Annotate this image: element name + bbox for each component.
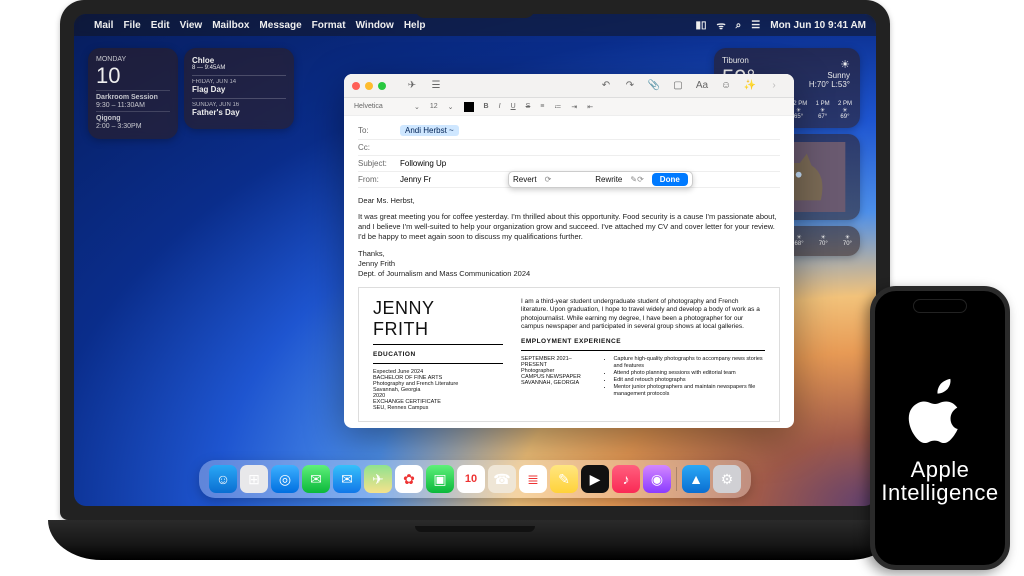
battery-icon[interactable]: ▮▯ <box>696 20 707 31</box>
to-label: To: <box>358 126 400 135</box>
revert-button[interactable]: Revert <box>513 175 537 184</box>
search-icon[interactable]: ⌕ <box>736 20 742 31</box>
mail-compose-window: ✈︎ ☰ ↶ ↷ 📎 ▢ Aa ☺ ✨ › Helvetica⌄ 12⌄ B <box>344 74 794 428</box>
bold-button[interactable]: B <box>484 103 489 110</box>
phone-text-line2: Intelligence <box>881 480 998 505</box>
dock-tv[interactable]: ▶ <box>581 465 609 493</box>
events-widget[interactable]: Chloe8 — 9:45AM FRIDAY, JUN 14Flag Day S… <box>184 48 294 129</box>
dock-launchpad[interactable]: ⊞ <box>240 465 268 493</box>
menu-window[interactable]: Window <box>356 20 394 31</box>
menu-help[interactable]: Help <box>404 20 426 31</box>
app-name[interactable]: Mail <box>94 20 113 31</box>
wifi-icon[interactable]: ᯤ <box>717 18 726 32</box>
dock-photos[interactable]: ✿ <box>395 465 423 493</box>
dock-contacts[interactable]: ☎ <box>488 465 516 493</box>
header-fields-icon[interactable]: ☰ <box>427 79 445 93</box>
resume-employment: SEPTEMBER 2021–PRESENTPhotographerCAMPUS… <box>521 356 589 399</box>
weather-hilo: H:70° L:53° <box>809 80 850 89</box>
menu-file[interactable]: File <box>123 20 140 31</box>
resume-employment-heading: EMPLOYMENT EXPERIENCE <box>521 338 765 345</box>
resume-intro: I am a third-year student undergraduate … <box>521 298 765 332</box>
underline-button[interactable]: U <box>511 103 516 110</box>
dock-mail[interactable]: ✉ <box>333 465 361 493</box>
menu-view[interactable]: View <box>180 20 203 31</box>
recipient-chip[interactable]: Andi Herbst ~ <box>400 125 459 136</box>
window-minimize[interactable] <box>365 82 373 90</box>
writing-tools-icon[interactable]: ✨ <box>741 79 759 93</box>
iphone-overlay: AppleIntelligence <box>870 286 1010 570</box>
phone-text-line1: Apple <box>911 457 970 482</box>
laptop-base <box>48 520 902 560</box>
weather-condition: Sunny <box>809 71 850 80</box>
indent-right-icon[interactable]: ⇥ <box>571 103 577 111</box>
italic-button[interactable]: I <box>499 103 501 110</box>
menubar-clock[interactable]: Mon Jun 10 9:41 AM <box>770 20 866 31</box>
rewrite-button[interactable]: Rewrite <box>595 175 622 184</box>
menu-mailbox[interactable]: Mailbox <box>212 20 249 31</box>
resume-education: Expected June 2024BACHELOR OF FINE ARTSP… <box>373 369 503 411</box>
list-button[interactable]: ≔ <box>554 103 561 111</box>
resume-attachment[interactable]: JENNYFRITH EDUCATION Expected June 2024B… <box>358 287 780 422</box>
attach-icon[interactable]: 📎 <box>645 79 663 93</box>
dock-reminders[interactable]: ≣ <box>519 465 547 493</box>
window-close[interactable] <box>352 82 360 90</box>
control-center-icon[interactable]: ☰ <box>751 20 760 31</box>
redo-icon[interactable]: ↷ <box>621 79 639 93</box>
menu-message[interactable]: Message <box>259 20 301 31</box>
resume-firstname: JENNY <box>373 298 435 318</box>
resume-education-heading: EDUCATION <box>373 351 503 358</box>
done-button[interactable]: Done <box>652 173 688 186</box>
window-zoom[interactable] <box>378 82 386 90</box>
format-icon[interactable]: Aa <box>693 79 711 93</box>
dock-messages[interactable]: ✉ <box>302 465 330 493</box>
calendar-weekday: MONDAY <box>96 56 170 64</box>
dock-safari[interactable]: ◎ <box>271 465 299 493</box>
subject-label: Subject: <box>358 159 400 168</box>
compose-body[interactable]: Dear Ms. Herbst, It was great meeting yo… <box>358 188 780 279</box>
calendar-widget[interactable]: MONDAY 10 Darkroom Session9:30 – 11:30AM… <box>88 48 178 139</box>
text-color[interactable] <box>464 102 474 112</box>
dock-calendar[interactable]: 10 <box>457 465 485 493</box>
iphone-dynamic-island <box>913 299 967 313</box>
resume-bullets: Capture high-quality photographs to acco… <box>613 356 765 399</box>
dock-finder[interactable]: ☺ <box>209 465 237 493</box>
dock-notes[interactable]: ✎ <box>550 465 578 493</box>
dock-podcasts[interactable]: ◉ <box>643 465 671 493</box>
align-button[interactable]: ≡ <box>540 103 544 110</box>
dock: ☺⊞◎✉✉✈✿▣10☎≣✎▶♪◉▲⚙ <box>199 460 751 498</box>
strike-button[interactable]: S <box>526 103 531 110</box>
chevron-icon[interactable]: › <box>765 79 783 93</box>
dock-facetime[interactable]: ▣ <box>426 465 454 493</box>
menu-edit[interactable]: Edit <box>151 20 170 31</box>
resume-lastname: FRITH <box>373 319 429 339</box>
dock-music[interactable]: ♪ <box>612 465 640 493</box>
menu-format[interactable]: Format <box>312 20 346 31</box>
dock-settings[interactable]: ⚙ <box>713 465 741 493</box>
to-field[interactable]: Andi Herbst ~ <box>400 125 780 136</box>
cal-event-1: Darkroom Session <box>96 94 158 101</box>
writing-tools-popover: Revert⟳ Rewrite✎⟳ Done <box>508 171 693 188</box>
undo-icon[interactable]: ↶ <box>597 79 615 93</box>
compose-toolbar: ✈︎ ☰ ↶ ↷ 📎 ▢ Aa ☺ ✨ › <box>344 74 794 98</box>
emoji-icon[interactable]: ☺ <box>717 79 735 93</box>
calendar-day: 10 <box>96 64 170 88</box>
dock-appstore[interactable]: ▲ <box>682 465 710 493</box>
photo-icon[interactable]: ▢ <box>669 79 687 93</box>
send-icon[interactable]: ✈︎ <box>403 79 421 93</box>
from-label: From: <box>358 175 400 184</box>
indent-left-icon[interactable]: ⇤ <box>587 103 593 111</box>
dock-maps[interactable]: ✈ <box>364 465 392 493</box>
format-bar: Helvetica⌄ 12⌄ B I U S ≡ ≔ ⇥ ⇤ <box>344 98 794 116</box>
apple-logo-icon <box>905 378 975 448</box>
cal-event-2: Qigong <box>96 115 121 122</box>
font-size[interactable]: 12 <box>430 103 438 110</box>
cc-label: Cc: <box>358 143 400 152</box>
subject-field[interactable]: Following Up <box>400 159 780 168</box>
font-select[interactable]: Helvetica <box>354 103 404 110</box>
laptop-notch <box>415 0 535 18</box>
